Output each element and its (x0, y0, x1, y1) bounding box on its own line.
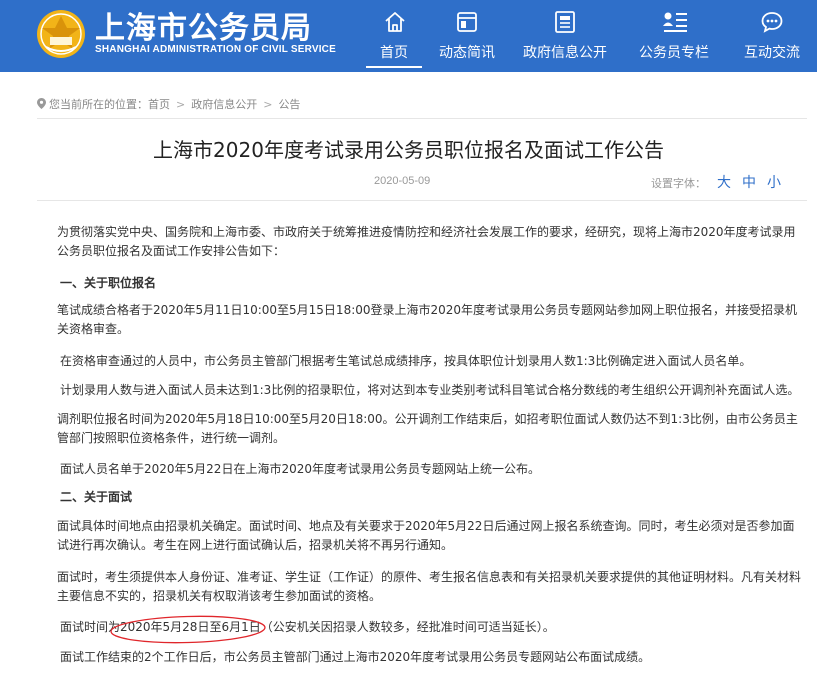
nav-interaction[interactable]: 互动交流 (736, 0, 808, 72)
breadcrumb-home[interactable]: 首页 (148, 98, 170, 111)
paragraph: 面试人员名单于2020年5月22日在上海市2020年度考试录用公务员专题网站上统… (60, 462, 540, 476)
nav-gov-info[interactable]: 政府信息公开 (520, 0, 610, 72)
nav-civil-servant-label: 公务员专栏 (639, 45, 709, 61)
site-title[interactable]: 上海市公务员局 (95, 3, 312, 47)
site-header: 上海市公务员局 SHANGHAI ADMINISTRATION OF CIVIL… (0, 0, 817, 72)
breadcrumb-separator: > (176, 98, 186, 111)
section-heading: 二、关于面试 (60, 490, 133, 504)
person-list-icon (663, 12, 687, 32)
home-icon (385, 12, 405, 32)
font-size-small-button[interactable]: 小 (767, 175, 781, 191)
publish-date: 2020-05-09 (374, 175, 431, 187)
divider (37, 118, 807, 119)
paragraph: 面试时，考生须提供本人身份证、准考证、学生证（工作证）的原件、考生报名信息表和有… (57, 570, 802, 603)
nav-active-indicator (366, 66, 422, 68)
nav-home[interactable]: 首页 (366, 0, 422, 72)
paragraph: 计划录用人数与进入面试人员未达到1:3比例的招录职位，将对达到本专业类别考试科目… (60, 383, 800, 397)
article-title: 上海市2020年度考试录用公务员职位报名及面试工作公告 (153, 138, 664, 162)
nav-civil-servant[interactable]: 公务员专栏 (634, 0, 714, 72)
section-heading: 一、关于职位报名 (60, 276, 157, 290)
font-size-medium-button[interactable]: 中 (742, 175, 756, 191)
nav-home-label: 首页 (380, 45, 408, 61)
annotation-circle (110, 615, 266, 644)
breadcrumb-gov-info[interactable]: 政府信息公开 (191, 98, 257, 111)
site-subtitle: SHANGHAI ADMINISTRATION OF CIVIL SERVICE (95, 44, 336, 55)
divider (37, 200, 807, 201)
breadcrumb-prefix: 您当前所在的位置： (49, 98, 148, 111)
breadcrumb-separator: > (263, 98, 273, 111)
chat-icon (761, 12, 783, 33)
font-size-label: 设置字体： (651, 177, 706, 190)
paragraph-intro: 为贯彻落实党中央、国务院和上海市委、市政府关于统筹推进疫情防控和经济社会发展工作… (57, 225, 796, 258)
breadcrumb-announcement[interactable]: 公告 (278, 98, 300, 111)
paragraph: 面试工作结束的2个工作日后，市公务员主管部门通过上海市2020年度考试录用公务员… (60, 650, 651, 664)
nav-news[interactable]: 动态简讯 (432, 0, 502, 72)
breadcrumb: 您当前所在的位置：首页 > 政府信息公开 > 公告 (37, 96, 300, 112)
paragraph: 笔试成绩合格者于2020年5月11日10:00至5月15日18:00登录上海市2… (57, 303, 798, 336)
window-icon (457, 12, 477, 32)
paragraph: 调剂职位报名时间为2020年5月18日10:00至5月20日18:00。公开调剂… (57, 412, 798, 445)
nav-interaction-label: 互动交流 (744, 45, 800, 61)
nav-news-label: 动态简讯 (439, 45, 495, 61)
nav-gov-info-label: 政府信息公开 (523, 45, 607, 61)
font-size-control: 设置字体： 大中小 (651, 172, 781, 192)
document-icon (555, 11, 575, 33)
location-pin-icon (37, 98, 46, 109)
font-size-large-button[interactable]: 大 (717, 175, 731, 191)
shanghai-emblem-icon[interactable] (36, 9, 86, 59)
paragraph: 面试具体时间地点由招录机关确定。面试时间、地点及有关要求于2020年5月22日后… (57, 519, 795, 552)
paragraph: 在资格审查通过的人员中，市公务员主管部门根据考生笔试总成绩排序，按具体职位计划录… (60, 354, 752, 368)
